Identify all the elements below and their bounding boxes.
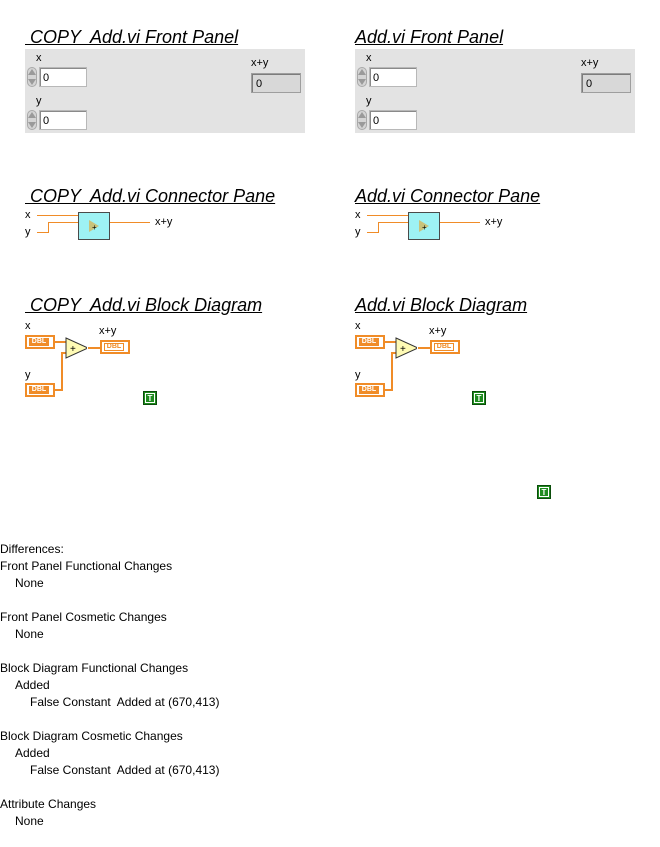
diff-line: None xyxy=(15,576,44,590)
dbl-label: DBL xyxy=(104,343,124,351)
diff-section-title: Front Panel Cosmetic Changes xyxy=(0,610,167,624)
diff-section-title: Attribute Changes xyxy=(0,797,97,811)
copy-front-panel: x 0 y 0 x+y 0 xyxy=(25,49,305,133)
diff-line: False Constant Added at (670,413) xyxy=(30,695,220,709)
dbl-label: DBL xyxy=(29,386,49,394)
x-terminal-label: x xyxy=(25,209,31,221)
copy-connector-pane: x y + x+y xyxy=(25,208,225,248)
y-control[interactable]: 0 xyxy=(39,110,87,130)
x-spinner[interactable] xyxy=(357,67,368,87)
add-function-node[interactable]: + xyxy=(395,337,417,359)
diff-line: False Constant Added at (670,413) xyxy=(30,763,220,777)
block-diagram-title: Add.vi Block Diagram xyxy=(355,295,528,315)
x-control[interactable]: 0 xyxy=(39,67,87,87)
diff-line: Added xyxy=(15,678,50,692)
sum-terminal-label: x+y xyxy=(155,216,173,228)
y-control[interactable]: 0 xyxy=(369,110,417,130)
diff-line: None xyxy=(15,814,44,828)
x-dbl-terminal[interactable]: DBL xyxy=(355,335,385,349)
connector-icon[interactable]: + xyxy=(78,212,110,240)
copy-front-panel-title: COPY Add.vi Front Panel xyxy=(25,27,239,47)
x-terminal-label: x xyxy=(355,209,361,221)
front-panel: x 0 y 0 x+y 0 xyxy=(355,49,635,133)
y-spinner[interactable] xyxy=(27,110,38,130)
svg-text:+: + xyxy=(400,344,406,355)
true-constant-added[interactable]: T xyxy=(537,485,551,499)
front-panel-title: Add.vi Front Panel xyxy=(355,27,504,47)
add-function-node[interactable]: + xyxy=(65,337,87,359)
copy-block-diagram: x DBL y DBL + x+y DBL T xyxy=(25,318,225,418)
x-dbl-terminal[interactable]: DBL xyxy=(25,335,55,349)
differences-report: Differences: Front Panel Functional Chang… xyxy=(0,524,219,847)
copy-block-diagram-title: COPY Add.vi Block Diagram xyxy=(25,295,263,315)
x-node-label: x xyxy=(25,320,31,332)
y-label: y xyxy=(366,95,372,107)
x-spinner[interactable] xyxy=(27,67,38,87)
dbl-label: DBL xyxy=(359,386,379,394)
sum-terminal-label: x+y xyxy=(485,216,503,228)
y-dbl-terminal[interactable]: DBL xyxy=(355,383,385,397)
x-label: x xyxy=(36,52,42,64)
y-spinner[interactable] xyxy=(357,110,368,130)
block-diagram: x DBL y DBL + x+y DBL T xyxy=(355,318,555,418)
diff-section-title: Front Panel Functional Changes xyxy=(0,559,173,573)
x-label: x xyxy=(366,52,372,64)
sum-node-label: x+y xyxy=(429,325,447,337)
copy-connector-title: COPY Add.vi Connector Pane xyxy=(25,186,276,206)
connector-icon[interactable]: + xyxy=(408,212,440,240)
sum-node-label: x+y xyxy=(99,325,117,337)
connector-pane: x y + x+y xyxy=(355,208,555,248)
y-node-label: y xyxy=(355,369,361,381)
sum-dbl-indicator[interactable]: DBL xyxy=(430,340,460,354)
true-constant[interactable]: T xyxy=(143,391,157,405)
connector-title: Add.vi Connector Pane xyxy=(355,186,541,206)
sum-indicator: 0 xyxy=(581,73,631,93)
x-node-label: x xyxy=(355,320,361,332)
y-label: y xyxy=(36,95,42,107)
y-terminal-label: y xyxy=(25,226,31,238)
dbl-label: DBL xyxy=(359,338,379,346)
differences-header: Differences: xyxy=(0,542,64,556)
x-control[interactable]: 0 xyxy=(369,67,417,87)
svg-text:+: + xyxy=(70,344,76,355)
diff-line: Added xyxy=(15,746,50,760)
sum-dbl-indicator[interactable]: DBL xyxy=(100,340,130,354)
diff-section-title: Block Diagram Cosmetic Changes xyxy=(0,729,183,743)
sum-indicator: 0 xyxy=(251,73,301,93)
diff-line: None xyxy=(15,627,44,641)
dbl-label: DBL xyxy=(29,338,49,346)
diff-section-title: Block Diagram Functional Changes xyxy=(0,661,189,675)
dbl-label: DBL xyxy=(434,343,454,351)
y-dbl-terminal[interactable]: DBL xyxy=(25,383,55,397)
sum-label: x+y xyxy=(251,57,269,69)
y-terminal-label: y xyxy=(355,226,361,238)
y-node-label: y xyxy=(25,369,31,381)
sum-label: x+y xyxy=(581,57,599,69)
true-constant[interactable]: T xyxy=(472,391,486,405)
